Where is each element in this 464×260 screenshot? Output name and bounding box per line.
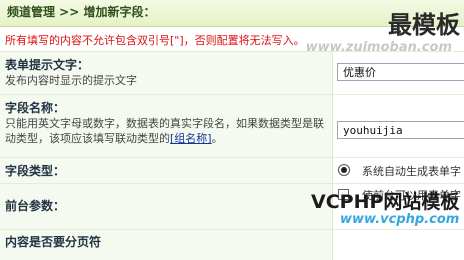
frontend-checkbox-label: 使前台可以用表单字	[362, 189, 461, 202]
field-title: 表单提示文字：	[5, 58, 90, 72]
notice-row: 所有填写的内容不允许包含双引号["]，否则配置将无法写入。	[0, 27, 464, 52]
field-title: 字段名称：	[5, 101, 66, 115]
form-label-cell: 表单提示文字： 发布内容时显示的提示文字	[0, 52, 333, 94]
breadcrumb: 频道管理 >> 增加新字段：	[7, 5, 156, 19]
field-description: 只能用英文字母或数字，数据表的真实字段名，如果数据类型是联动类型，该项应该填写联…	[5, 116, 325, 146]
field-description-end: 。	[211, 132, 223, 145]
frontend-checkbox[interactable]	[338, 189, 349, 200]
field-description-text: 只能用英文字母或数字，数据表的真实字段名，如果数据类型是联动类型，该项应该填写联…	[5, 117, 324, 145]
form-row-hint-text: 表单提示文字： 发布内容时显示的提示文字 优惠价	[0, 52, 464, 95]
form-label-cell: 前台参数：	[0, 184, 333, 229]
page-header: 频道管理 >> 增加新字段：	[0, 0, 464, 27]
hint-text-input[interactable]: 优惠价	[337, 63, 464, 81]
auto-generate-radio-label: 系统自动生成表单字	[362, 165, 461, 178]
form-row-frontend-params: 前台参数： 使前台可以用表单字	[0, 184, 464, 230]
field-description: 发布内容时显示的提示文字	[5, 74, 137, 87]
form-label-cell: 内容是否要分页符	[0, 230, 333, 260]
warning-notice: 所有填写的内容不允许包含双引号["]，否则配置将无法写入。	[5, 34, 305, 47]
group-name-link[interactable]: [组名称]	[170, 132, 212, 145]
auto-generate-radio[interactable]	[338, 164, 350, 176]
form-label-cell: 字段类型：	[0, 158, 333, 183]
form-row-field-type: 字段类型： 系统自动生成表单字	[0, 158, 464, 184]
form-label-cell: 字段名称： 只能用英文字母或数字，数据表的真实字段名，如果数据类型是联动类型，该…	[0, 95, 333, 157]
field-title: 字段类型：	[5, 164, 66, 178]
form-row-field-name: 字段名称： 只能用英文字母或数字，数据表的真实字段名，如果数据类型是联动类型，该…	[0, 95, 464, 158]
field-title: 前台参数：	[5, 199, 66, 213]
form-row-pagination: 内容是否要分页符	[0, 230, 464, 260]
field-name-input[interactable]: youhuijia	[337, 121, 464, 139]
